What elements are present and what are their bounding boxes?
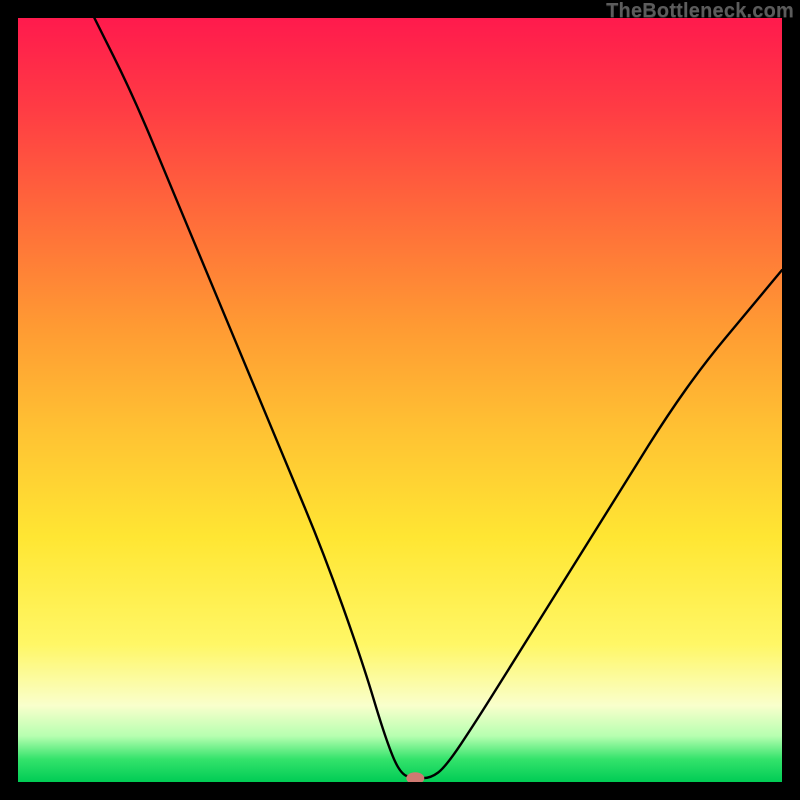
bottleneck-curve: [18, 18, 782, 782]
plot-area: [18, 18, 782, 782]
attribution-label: TheBottleneck.com: [606, 0, 794, 23]
chart-frame: TheBottleneck.com: [0, 0, 800, 800]
minimum-marker: [406, 772, 424, 782]
